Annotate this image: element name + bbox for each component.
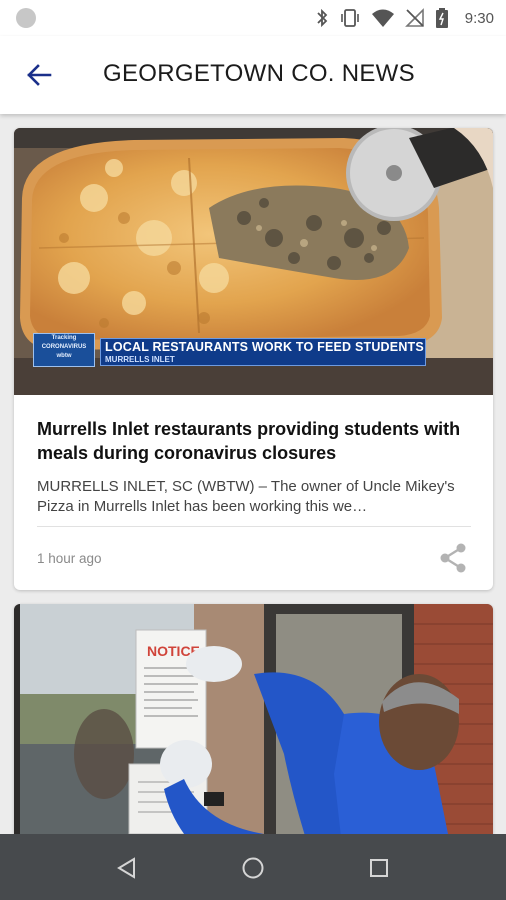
article-title[interactable]: Murrells Inlet restaurants providing stu… xyxy=(37,417,471,465)
vibrate-icon xyxy=(340,9,359,27)
banner-headline: LOCAL RESTAURANTS WORK TO FEED STUDENTS xyxy=(105,340,424,354)
back-button[interactable] xyxy=(22,58,56,92)
banner-location: MURRELLS INLET xyxy=(105,355,175,364)
no-signal-icon xyxy=(404,8,424,27)
home-circle-icon xyxy=(242,857,264,879)
article-body[interactable]: Murrells Inlet restaurants providing stu… xyxy=(14,395,493,517)
notification-dot-icon xyxy=(16,8,36,28)
article-image[interactable]: NOTICE xyxy=(14,604,493,834)
system-nav-bar xyxy=(0,834,506,900)
bluetooth-icon xyxy=(317,8,328,28)
page-title: GEORGETOWN CO. NEWS xyxy=(103,60,415,87)
recents-square-icon xyxy=(370,859,388,877)
station-logo: Tracking CORONAVIRUS wbtw xyxy=(33,333,95,367)
battery-icon xyxy=(435,8,448,28)
arrow-left-icon xyxy=(27,64,52,86)
article-excerpt: MURRELLS INLET, SC (WBTW) – The owner of… xyxy=(37,478,455,515)
logo-line: Tracking xyxy=(51,335,77,341)
article-card[interactable]: Tracking CORONAVIRUS wbtw LOCAL RESTAURA… xyxy=(14,128,493,590)
status-bar: 9:30 xyxy=(0,0,506,36)
article-timestamp: 1 hour ago xyxy=(37,551,102,566)
news-feed[interactable]: Tracking CORONAVIRUS wbtw LOCAL RESTAURA… xyxy=(0,114,506,834)
news-banner: LOCAL RESTAURANTS WORK TO FEED STUDENTS … xyxy=(100,338,426,366)
wifi-icon xyxy=(371,9,394,27)
article-card[interactable]: NOTICE xyxy=(14,604,493,834)
article-image[interactable]: Tracking CORONAVIRUS wbtw LOCAL RESTAURA… xyxy=(14,128,493,395)
share-button[interactable] xyxy=(437,542,469,574)
logo-line: CORONAVIRUS xyxy=(41,344,87,350)
nav-recents-button[interactable] xyxy=(362,851,396,885)
app-bar: GEORGETOWN CO. NEWS xyxy=(0,36,506,114)
divider xyxy=(37,526,471,527)
logo-line: wbtw xyxy=(56,353,72,359)
share-icon xyxy=(440,543,466,573)
nav-back-button[interactable] xyxy=(110,851,144,885)
status-time: 9:30 xyxy=(464,9,494,27)
status-icons: 9:30 xyxy=(315,6,494,30)
nav-home-button[interactable] xyxy=(236,851,270,885)
notice-photo: NOTICE xyxy=(14,604,493,834)
back-triangle-icon xyxy=(117,857,135,879)
